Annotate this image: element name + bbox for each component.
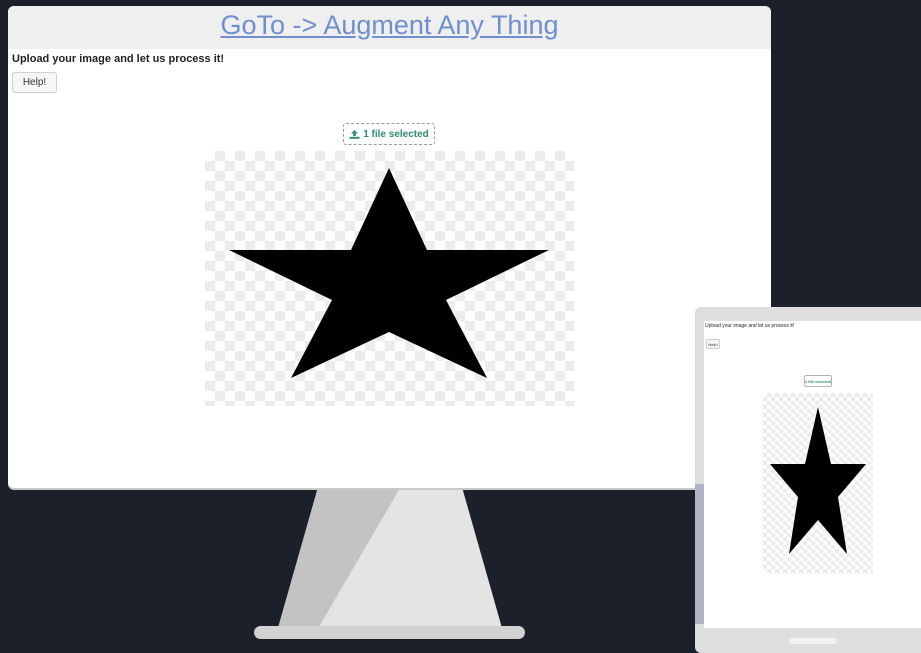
help-button[interactable]: Help! bbox=[12, 72, 57, 93]
top-bar: GoTo -> Augment Any Thing bbox=[8, 6, 771, 49]
mobile-image-preview bbox=[763, 393, 873, 573]
upload-heading: Upload your image and let us process it! bbox=[12, 53, 225, 65]
file-upload-button[interactable]: 1 file selected bbox=[343, 123, 435, 145]
mobile-upload-heading: Upload your image and let us process it! bbox=[705, 323, 795, 329]
mobile-file-selected-label: 1 file selected bbox=[804, 378, 832, 384]
augment-any-thing-link[interactable]: GoTo -> Augment Any Thing bbox=[221, 8, 559, 42]
file-selected-label: 1 file selected bbox=[363, 128, 429, 140]
device-trackpad bbox=[789, 638, 837, 644]
upload-icon bbox=[349, 129, 360, 139]
desktop-monitor: GoTo -> Augment Any Thing Upload your im… bbox=[8, 6, 771, 488]
mobile-star-image bbox=[770, 407, 866, 554]
star-image bbox=[229, 168, 549, 378]
mobile-help-button[interactable]: Help! bbox=[706, 339, 720, 349]
mobile-file-upload-button[interactable]: 1 file selected bbox=[804, 375, 832, 387]
monitor-base bbox=[254, 626, 525, 639]
upload-page: Upload your image and let us process it!… bbox=[8, 49, 771, 488]
image-preview bbox=[205, 151, 574, 406]
mobile-screen: Upload your image and let us process it!… bbox=[704, 321, 921, 628]
